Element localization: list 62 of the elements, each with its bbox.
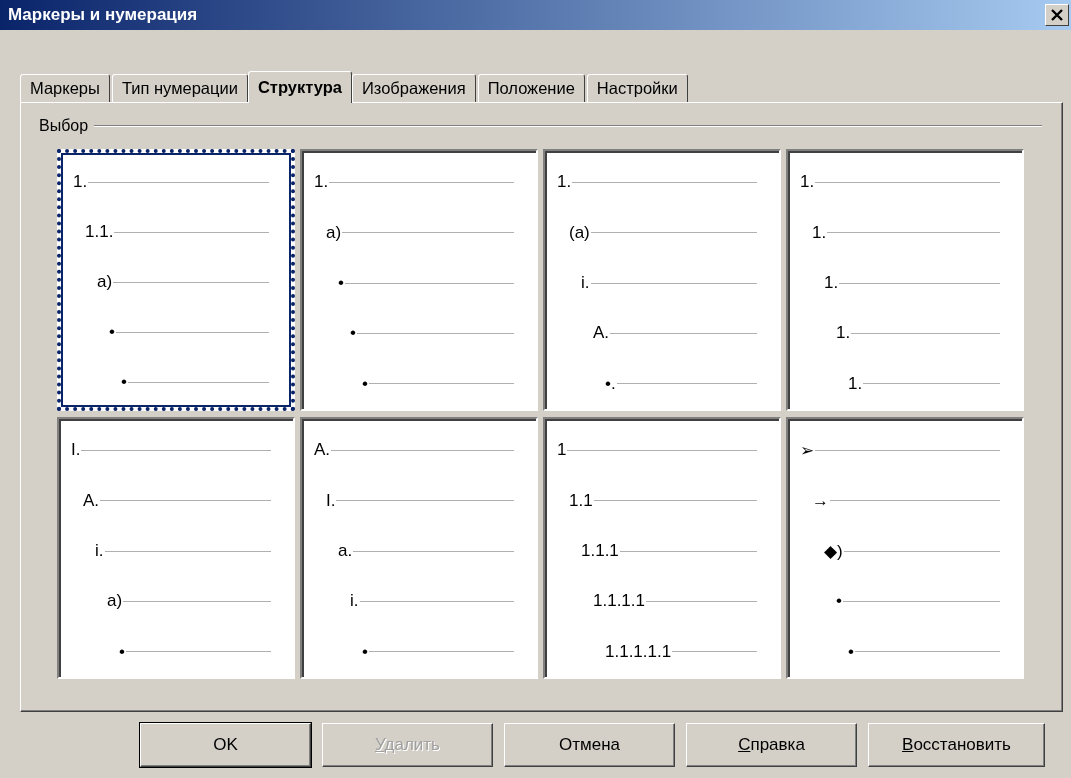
list-marker: 1.1.1.1 [593,591,645,612]
list-marker: i. [350,591,359,612]
list-marker: • [836,591,842,612]
group-label: Выбор [39,117,89,135]
list-marker: 1. [824,273,839,293]
list-marker: i. [95,541,104,561]
list-marker: • [350,323,356,344]
close-button[interactable] [1045,4,1069,26]
outline-option[interactable]: ➢ → ◆) • • [786,417,1024,679]
list-marker: I. [326,490,336,511]
list-marker: •. [605,373,616,394]
list-marker: • [119,641,125,662]
list-marker: a) [326,222,342,243]
list-marker: 1. [800,172,815,193]
outline-option[interactable]: 1. (a) i. A. •. [543,149,781,411]
tab[interactable]: Изображения [351,74,476,102]
window-title: Маркеры и нумерация [8,5,198,25]
list-marker: 1. [557,172,572,193]
list-marker: i. [581,273,590,293]
dialog-button[interactable]: Восстановить [868,723,1045,767]
list-marker: a) [107,591,123,612]
list-marker: 1 [557,440,567,461]
outline-option[interactable]: 1. 1.1. a) • • [57,149,295,411]
list-marker: I. [71,440,81,461]
list-marker: 1. [73,172,88,192]
list-marker: 1.1 [569,490,593,511]
close-icon [1051,9,1063,21]
tab[interactable]: Положение [477,74,585,102]
list-marker: • [109,322,115,342]
dialog-button[interactable]: OK [140,723,311,767]
list-marker: 1.1.1.1.1 [605,641,672,662]
outline-option[interactable]: I. A. i. a) • [57,417,295,679]
list-marker: • [362,373,368,394]
dialog-button[interactable]: Отмена [504,723,675,767]
list-marker: A. [314,440,331,461]
tab[interactable]: Структура [247,71,352,103]
dialog-button[interactable]: Справка [686,723,857,767]
list-marker: • [848,641,854,662]
list-marker: 1. [848,373,863,394]
list-marker: A. [593,323,610,344]
list-marker: • [338,273,344,293]
list-marker: A. [83,490,100,511]
list-marker: 1. [836,323,851,344]
outline-option[interactable]: A. I. a. i. • [300,417,538,679]
tab[interactable]: Тип нумерации [111,74,248,102]
list-marker: ➢ [800,439,814,461]
outline-option[interactable]: 1. a) • • • [300,149,538,411]
list-marker: a) [97,272,113,292]
list-marker: → [812,490,829,511]
list-marker: 1.1.1 [581,541,619,561]
list-marker: 1.1. [85,222,114,242]
list-marker: ◆) [824,540,843,562]
outline-option[interactable]: 1 1.1 1.1.1 1.1.1.1 1.1.1.1.1 [543,417,781,679]
outline-option[interactable]: 1. 1. 1. 1. 1. [786,149,1024,411]
list-marker: (a) [569,222,590,243]
list-marker: 1. [314,172,329,193]
tab[interactable]: Настройки [586,74,688,102]
list-marker: a. [338,541,353,561]
list-marker: 1. [812,222,827,243]
tab[interactable]: Маркеры [20,74,110,102]
list-marker: • [362,641,368,662]
list-marker: • [121,372,127,392]
